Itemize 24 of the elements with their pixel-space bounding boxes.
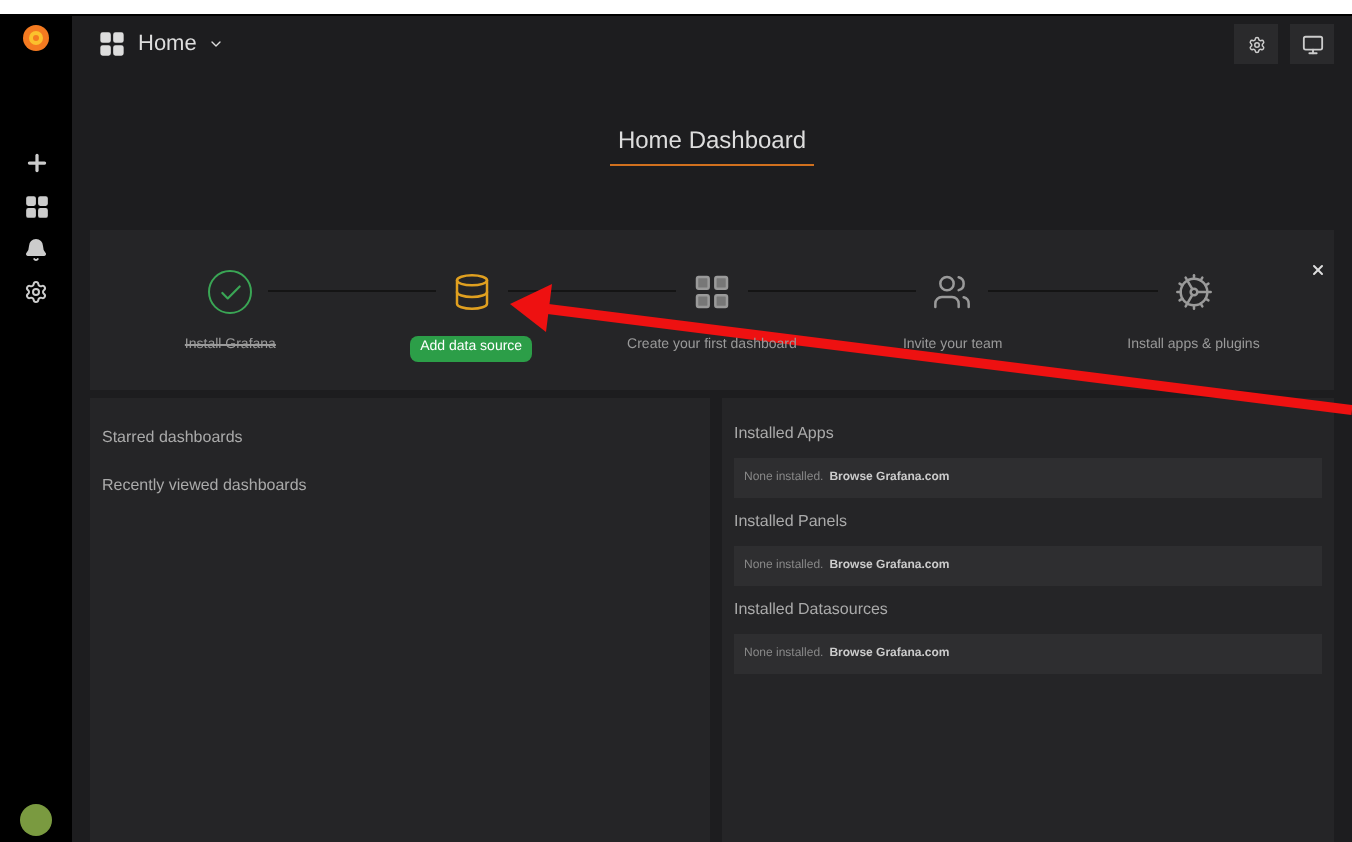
- dashboards-icon[interactable]: [23, 194, 49, 220]
- dashboard-list-link[interactable]: Recently viewed dashboards: [102, 474, 698, 498]
- section-title: Installed Datasources: [734, 598, 890, 622]
- home-dropdown[interactable]: Home: [98, 27, 225, 61]
- dashboard-title: Home Dashboard: [609, 122, 815, 166]
- settings-icon[interactable]: [24, 280, 48, 304]
- avatar[interactable]: [20, 804, 52, 836]
- database-icon: [451, 272, 492, 312]
- section-title: Installed Apps: [734, 422, 836, 446]
- section-title: Installed Panels: [734, 510, 849, 534]
- add-icon[interactable]: [23, 150, 49, 176]
- bell-icon[interactable]: [24, 238, 48, 262]
- caret-icon: [208, 36, 225, 52]
- gear-icon: [1247, 35, 1265, 53]
- settings-button[interactable]: [1234, 24, 1278, 64]
- display-button[interactable]: [1290, 24, 1334, 64]
- dashboard-list-link[interactable]: Starred dashboards: [102, 426, 698, 450]
- grid-icon: [691, 272, 732, 312]
- cog-icon: [1173, 272, 1214, 312]
- logo-icon[interactable]: [20, 22, 52, 54]
- grid-icon: [98, 30, 126, 58]
- close-icon[interactable]: [1310, 262, 1326, 278]
- monitor-icon: [1301, 33, 1323, 55]
- users-icon: [932, 272, 973, 312]
